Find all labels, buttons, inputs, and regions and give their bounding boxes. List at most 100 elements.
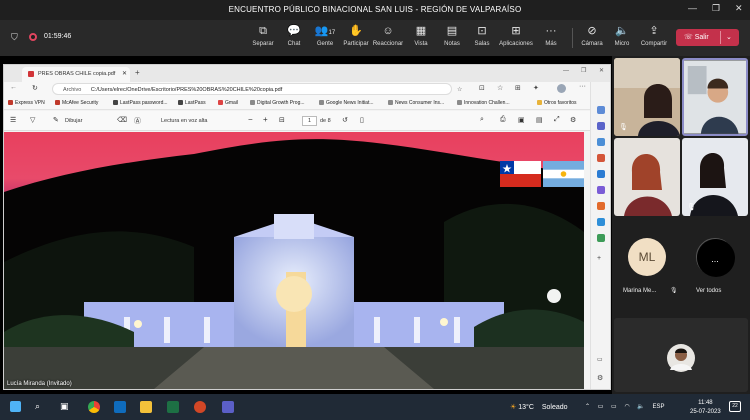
fit-page-icon[interactable]: ⊟	[279, 116, 285, 124]
refresh-icon[interactable]: ↻	[32, 84, 38, 92]
address-bar[interactable]: Archivo C:/Users/elrec/OneDrive/Escritor…	[52, 83, 462, 95]
zoom-in-icon[interactable]: +	[263, 115, 268, 124]
camera-button[interactable]: ⊘ Cámara	[575, 24, 609, 47]
participant-video-tile[interactable]	[614, 138, 680, 216]
leave-button[interactable]: ☏ Salir ⌄	[676, 29, 739, 46]
more-button[interactable]: ··· Más	[534, 24, 568, 47]
new-tab-icon[interactable]: +	[135, 68, 140, 77]
apps-button[interactable]: ⊞ Aplicaciones	[499, 24, 533, 47]
print-icon[interactable]: ⎙	[500, 116, 506, 124]
favorite-item[interactable]: Google News Initiat...	[319, 100, 374, 106]
search-icon[interactable]: ⌕	[480, 116, 484, 124]
draw-button[interactable]: Dibujar	[65, 118, 82, 124]
pop-out-button[interactable]: ⧉ Separar	[246, 24, 280, 47]
settings-icon[interactable]: ⚙	[570, 116, 576, 124]
extensions-icon[interactable]: ✦	[533, 84, 539, 92]
minimize-icon[interactable]: —	[688, 3, 697, 13]
input-language[interactable]: ESP	[652, 404, 664, 410]
system-clock[interactable]: 11:48 25-07-2023	[690, 399, 721, 417]
rotate-icon[interactable]: ↺	[342, 116, 348, 124]
shield-icon[interactable]: ⛉	[11, 32, 18, 43]
view-all-tile[interactable]: ... Ver todos	[682, 232, 748, 302]
task-view-icon[interactable]: ▣	[60, 401, 69, 412]
rooms-button[interactable]: ⊡ Salas	[465, 24, 499, 47]
back-icon[interactable]: ←	[10, 84, 17, 91]
chrome-icon[interactable]	[88, 401, 100, 413]
notification-badge[interactable]: 22	[729, 401, 741, 412]
chevron-up-icon[interactable]: ⌃	[585, 404, 590, 410]
sidebar-layout-icon[interactable]: ▭	[597, 356, 603, 363]
react-button[interactable]: ☺ Reaccionar	[371, 24, 405, 47]
participant-video-tile[interactable]: 🎙	[614, 58, 680, 136]
weather-widget[interactable]: ☀ 13°C Soleado	[510, 403, 568, 411]
chat-button[interactable]: 💬 Chat	[277, 24, 311, 47]
browser-tab[interactable]: PRES OBRAS CHILE copia.pdf ✕	[22, 67, 130, 82]
page-view-icon[interactable]: ▯	[360, 116, 364, 124]
drop-icon[interactable]	[597, 202, 605, 210]
share-button[interactable]: ⇪ Compartir	[637, 24, 671, 47]
volume-icon[interactable]: 🔈	[637, 404, 644, 410]
favorite-item[interactable]: McAfee Security	[55, 100, 98, 106]
favorite-item[interactable]: Gmail	[218, 100, 238, 106]
file-explorer-icon[interactable]	[140, 401, 152, 413]
windows-start-icon[interactable]	[10, 401, 21, 412]
maximize-icon[interactable]: ❐	[581, 67, 586, 74]
people-button[interactable]: 👥17 Gente	[308, 24, 342, 47]
profile-avatar[interactable]	[557, 84, 566, 93]
fullscreen-icon[interactable]: ⤢	[554, 116, 560, 124]
network-icon[interactable]: ▭	[598, 404, 604, 410]
close-tab-icon[interactable]: ✕	[122, 70, 127, 77]
favorites-icon[interactable]: ☆	[497, 84, 503, 92]
view-button[interactable]: ▦ Vista	[404, 24, 438, 47]
contents-icon[interactable]: ☰	[10, 116, 16, 124]
copilot-icon[interactable]	[597, 234, 605, 242]
settings-icon[interactable]: ⚙	[597, 374, 603, 382]
participant-video-tile[interactable]: 🎙	[682, 138, 748, 216]
other-favorites[interactable]: Otros favoritos	[537, 100, 577, 106]
outlook-icon[interactable]	[597, 170, 605, 178]
powerpoint-icon[interactable]	[194, 401, 206, 413]
teams-icon[interactable]	[222, 401, 234, 413]
favorite-item[interactable]: Innovation Challen...	[457, 100, 510, 106]
games-icon[interactable]	[597, 186, 605, 194]
excel-icon[interactable]	[167, 401, 179, 413]
favorite-item[interactable]: LastPass	[178, 100, 206, 106]
split-screen-icon[interactable]: ⊡	[479, 84, 485, 92]
tools-icon[interactable]	[597, 138, 605, 146]
save-icon[interactable]: ▣	[518, 116, 525, 124]
shopping-icon[interactable]	[597, 122, 605, 130]
read-aloud-button[interactable]: Lectura en voz alta	[161, 118, 207, 124]
collections-icon[interactable]: ⊞	[515, 84, 521, 92]
minimize-icon[interactable]: —	[563, 68, 569, 74]
skype-icon[interactable]	[597, 218, 605, 226]
raise-hand-button[interactable]: ✋ Participar	[339, 24, 373, 47]
star-icon[interactable]: ☆	[457, 86, 462, 93]
wifi-icon[interactable]: ◠	[624, 404, 629, 410]
favorite-item[interactable]: News Consumer Ins...	[388, 100, 444, 106]
favorite-item[interactable]: Express VPN	[8, 100, 45, 106]
participant-video-tile-active[interactable]	[682, 58, 748, 136]
more-icon[interactable]: ···	[579, 83, 586, 90]
notes-button[interactable]: ▤ Notas	[435, 24, 469, 47]
camera-icon[interactable]: ▭	[611, 404, 617, 410]
text-icon[interactable]: Ⓐ	[134, 116, 141, 126]
close-icon[interactable]: ✕	[599, 67, 604, 74]
outlook-icon[interactable]	[114, 401, 126, 413]
search-icon[interactable]: ⌕	[35, 401, 40, 412]
self-view-tile[interactable]	[614, 318, 748, 392]
eraser-icon[interactable]: ⌫	[117, 116, 127, 124]
mic-button[interactable]: 🔈 Micro	[605, 24, 639, 47]
favorite-item[interactable]: LastPass password...	[113, 100, 168, 106]
page-number-input[interactable]: 1	[302, 116, 317, 126]
search-icon[interactable]	[597, 106, 605, 114]
save-as-icon[interactable]: ▤	[536, 116, 543, 124]
office-icon[interactable]	[597, 154, 605, 162]
maximize-icon[interactable]: ❐	[712, 3, 720, 14]
draw-icon[interactable]: ✎	[53, 116, 59, 124]
highlight-icon[interactable]: ▽	[30, 116, 35, 124]
chevron-down-icon[interactable]: ⌄	[726, 29, 732, 46]
add-icon[interactable]: +	[597, 255, 601, 262]
participant-avatar-tile[interactable]: ML Marina Me... 🎙	[614, 232, 680, 302]
favorite-item[interactable]: Digital Growth Prog...	[250, 100, 305, 106]
zoom-out-icon[interactable]: −	[248, 115, 253, 124]
